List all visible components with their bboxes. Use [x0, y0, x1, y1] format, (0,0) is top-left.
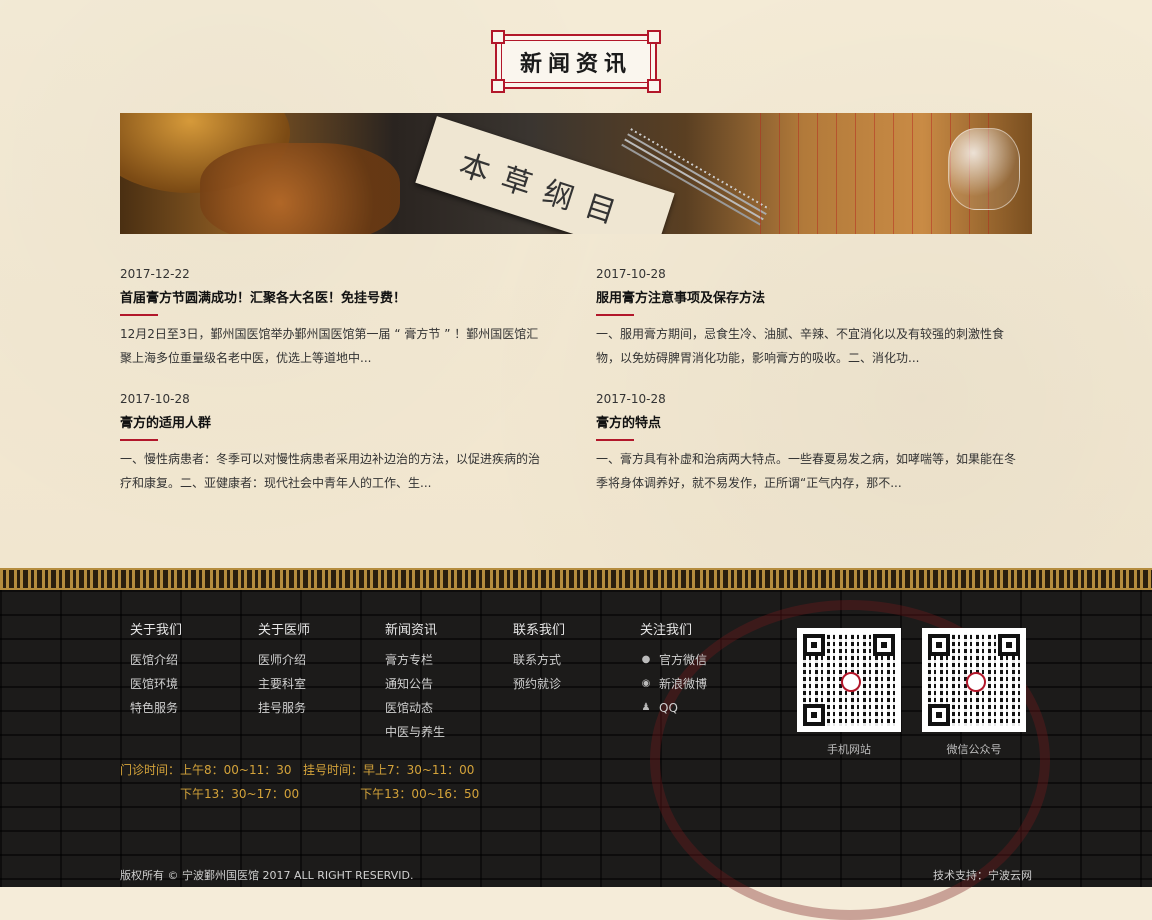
wechat-icon: ●: [641, 654, 651, 665]
news-title-link[interactable]: 膏方的适用人群: [120, 415, 550, 432]
news-title-underline: [596, 314, 634, 316]
footer-col-news: 新闻资讯 膏方专栏 通知公告 医馆动态 中医与养生: [385, 622, 445, 744]
news-banner-image: 本草纲目: [120, 113, 1032, 234]
qq-icon: ♟: [641, 702, 651, 713]
footer-link-label: 新浪微博: [659, 677, 708, 691]
footer-col-about: 关于我们 医馆介绍 医馆环境 特色服务: [130, 622, 182, 720]
banner-book-title: 本草纲目: [454, 147, 634, 234]
news-date: 2017-12-22: [120, 267, 190, 281]
footer-link-label: 官方微信: [659, 653, 708, 667]
qr-caption: 手机网站: [827, 743, 871, 756]
footer-link[interactable]: 医馆动态: [385, 696, 445, 720]
footer-col-doctors: 关于医师 医师介绍 主要科室 挂号服务: [258, 622, 310, 720]
qr-code-mobile-site: [797, 628, 901, 732]
news-title-underline: [120, 314, 158, 316]
clinic-hours-afternoon: 下午13：30~17：00 下午13：00~16：50: [180, 787, 480, 801]
footer: 关于我们 医馆介绍 医馆环境 特色服务 关于医师 医师介绍 主要科室 挂号服务 …: [0, 590, 1152, 920]
news-summary: 一、慢性病患者：冬季可以对慢性病患者采用边补边治的方法，以促进疾病的治疗和康复。…: [120, 452, 541, 490]
news-summary: 一、服用膏方期间，忌食生冷、油腻、辛辣、不宜消化以及有较强的刺激性食物，以免妨碍…: [596, 327, 1005, 365]
news-summary: 12月2日至3日，鄞州国医馆举办鄞州国医馆第一届 “ 膏方节 ” ！鄞州国医馆汇…: [120, 327, 539, 365]
news-item[interactable]: 2017-10-28 膏方的适用人群 一、慢性病患者：冬季可以对慢性病患者采用边…: [120, 392, 550, 495]
news-summary: 一、膏方具有补虚和治病两大特点。一些春夏易发之病，如哮喘等，如果能在冬季将身体调…: [596, 452, 1017, 490]
footer-link[interactable]: 医馆环境: [130, 672, 182, 696]
news-item[interactable]: 2017-12-22 首届膏方节圆满成功！汇聚各大名医！免挂号费！ 12月2日至…: [120, 267, 550, 370]
footer-col-title[interactable]: 关注我们: [640, 622, 707, 640]
footer-link[interactable]: 膏方专栏: [385, 648, 445, 672]
section-title: 新闻资讯: [519, 50, 632, 77]
footer-link-qq[interactable]: ♟ QQ: [640, 696, 707, 720]
footer-col-title[interactable]: 关于医师: [258, 622, 310, 640]
footer-link[interactable]: 中医与养生: [385, 720, 445, 744]
footer-link[interactable]: 预约就诊: [513, 672, 565, 696]
news-title-underline: [120, 439, 158, 441]
footer-link[interactable]: 医馆介绍: [130, 648, 182, 672]
qr-code-wechat: [922, 628, 1026, 732]
news-title-underline: [596, 439, 634, 441]
footer-col-contact: 联系我们 联系方式 预约就诊: [513, 622, 565, 696]
news-title-link[interactable]: 服用膏方注意事项及保存方法: [596, 290, 1026, 307]
footer-col-title[interactable]: 新闻资讯: [385, 622, 445, 640]
footer-link[interactable]: 联系方式: [513, 648, 565, 672]
news-date: 2017-10-28: [120, 392, 190, 406]
news-title-link[interactable]: 膏方的特点: [596, 415, 1026, 432]
news-item[interactable]: 2017-10-28 膏方的特点 一、膏方具有补虚和治病两大特点。一些春夏易发之…: [596, 392, 1026, 495]
copyright: 版权所有 © 宁波鄞州国医馆 2017 ALL RIGHT RESERVID.: [120, 869, 414, 882]
footer-link[interactable]: 主要科室: [258, 672, 310, 696]
qr-caption: 微信公众号: [946, 743, 1002, 756]
footer-link[interactable]: 挂号服务: [258, 696, 310, 720]
footer-link[interactable]: 医师介绍: [258, 648, 310, 672]
section-title-frame: 新闻资讯: [491, 30, 661, 93]
news-title-link[interactable]: 首届膏方节圆满成功！汇聚各大名医！免挂号费！: [120, 290, 550, 307]
clinic-hours: 门诊时间：上午8：00~11：30 挂号时间：早上7：30~11：00: [120, 763, 475, 777]
footer-link[interactable]: 通知公告: [385, 672, 445, 696]
weibo-icon: ◉: [641, 678, 651, 689]
news-date: 2017-10-28: [596, 392, 666, 406]
footer-col-title[interactable]: 联系我们: [513, 622, 565, 640]
fret-border-divider: [0, 568, 1152, 590]
footer-col-title[interactable]: 关于我们: [130, 622, 182, 640]
news-date: 2017-10-28: [596, 267, 666, 281]
footer-link-label: QQ: [659, 701, 678, 715]
footer-link-weibo[interactable]: ◉ 新浪微博: [640, 672, 707, 696]
news-item[interactable]: 2017-10-28 服用膏方注意事项及保存方法 一、服用膏方期间，忌食生冷、油…: [596, 267, 1026, 370]
footer-link-wechat[interactable]: ● 官方微信: [640, 648, 707, 672]
footer-link[interactable]: 特色服务: [130, 696, 182, 720]
tech-support-link[interactable]: 技术支持：宁波云网: [933, 867, 1032, 883]
footer-col-follow: 关注我们 ● 官方微信 ◉ 新浪微博 ♟ QQ: [640, 622, 707, 720]
